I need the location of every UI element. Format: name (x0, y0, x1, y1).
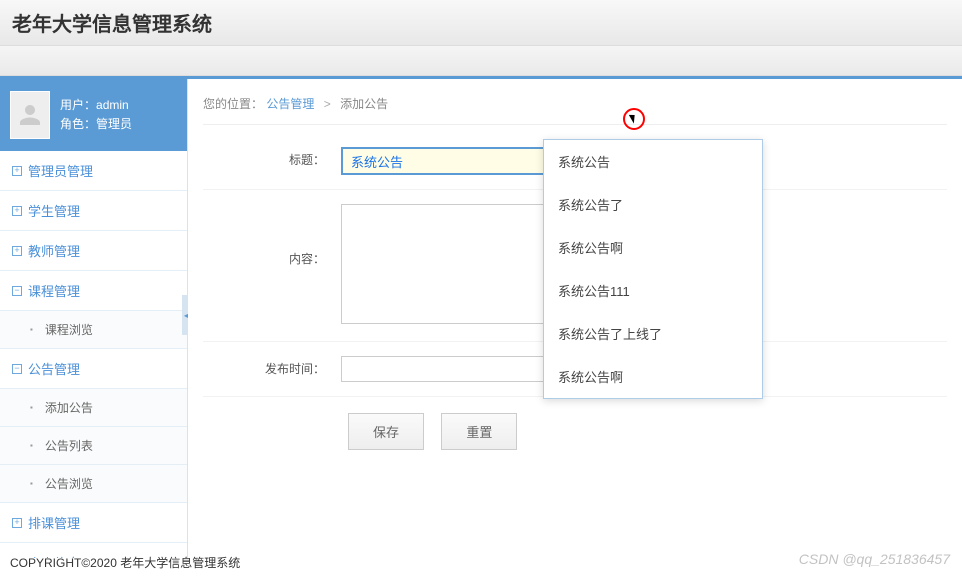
nav-label: 公告管理 (28, 359, 80, 378)
button-row: 保存 重置 (203, 397, 947, 466)
breadcrumb: 您的位置： 公告管理 > 添加公告 (203, 89, 947, 125)
breadcrumb-current: 添加公告 (340, 97, 388, 111)
role-value: 管理员 (96, 117, 132, 131)
app-title: 老年大学信息管理系统 (12, 8, 950, 37)
nav-label: 管理员管理 (28, 161, 93, 180)
user-value: admin (96, 98, 129, 112)
nav-sub-notice-browse[interactable]: 公告浏览 (0, 465, 187, 503)
nav-item-schedule[interactable]: + 排课管理 (0, 503, 187, 543)
time-label: 发布时间： (203, 342, 333, 397)
nav-label: 公告浏览 (45, 475, 93, 492)
nav-item-admin[interactable]: + 管理员管理 (0, 151, 187, 191)
plus-icon: + (12, 246, 22, 256)
breadcrumb-link[interactable]: 公告管理 (266, 97, 314, 111)
nav-sub-add-notice[interactable]: 添加公告 (0, 389, 187, 427)
role-label: 角色： (60, 117, 96, 131)
title-input[interactable] (341, 147, 561, 175)
nav-item-notice[interactable]: −公告管理 (0, 349, 187, 389)
nav-sub-course-browse[interactable]: 课程浏览 (0, 311, 187, 349)
user-label: 用户： (60, 98, 96, 112)
content-area: 您的位置： 公告管理 > 添加公告 标题： * 内容： * 发布时间 (188, 79, 962, 558)
time-input[interactable] (341, 356, 561, 382)
plus-icon: + (12, 166, 22, 176)
user-panel: 用户：admin 角色：管理员 (0, 79, 187, 151)
nav-label: 课程管理 (28, 281, 80, 300)
breadcrumb-prefix: 您的位置： (203, 97, 263, 111)
sidebar: 用户：admin 角色：管理员 +管理员管理 +学生管理 +教师管理 −课程管理… (0, 79, 188, 558)
copyright-text: COPYRIGHT©2020 老年大学信息管理系统 (10, 556, 240, 570)
save-button[interactable]: 保存 (348, 413, 424, 450)
nav-label: 添加公告 (45, 399, 93, 416)
dropdown-item[interactable]: 系统公告啊 (544, 355, 762, 398)
watermark: CSDN @qq_251836457 (799, 551, 950, 567)
avatar (10, 91, 50, 139)
title-label: 标题： (203, 133, 333, 190)
nav-label: 排课管理 (28, 513, 80, 532)
dropdown-item[interactable]: 系统公告了上线了 (544, 312, 762, 355)
breadcrumb-sep: > (324, 97, 331, 111)
nav: +管理员管理 +学生管理 +教师管理 −课程管理 课程浏览 −公告管理 添加公告… (0, 151, 187, 558)
dropdown-item[interactable]: 系统公告 (544, 140, 762, 183)
user-info: 用户：admin 角色：管理员 (60, 96, 132, 134)
autocomplete-dropdown: 系统公告 系统公告了 系统公告啊 系统公告111 系统公告了上线了 系统公告啊 (543, 139, 763, 399)
nav-sub-notice-list[interactable]: 公告列表 (0, 427, 187, 465)
nav-label: 教师管理 (28, 241, 80, 260)
plus-icon: + (12, 518, 22, 528)
nav-label: 学生管理 (28, 201, 80, 220)
plus-icon: + (12, 206, 22, 216)
nav-item-student[interactable]: + 学生管理 (0, 191, 187, 231)
dropdown-item[interactable]: 系统公告了 (544, 183, 762, 226)
header-bar: 老年大学信息管理系统 (0, 0, 962, 46)
dropdown-item[interactable]: 系统公告111 (544, 269, 762, 312)
nav-item-course[interactable]: −课程管理 (0, 271, 187, 311)
reset-button[interactable]: 重置 (441, 413, 517, 450)
toolbar-band (0, 46, 962, 76)
nav-item-teacher[interactable]: + 教师管理 (0, 231, 187, 271)
content-label: 内容： (203, 190, 333, 342)
nav-label: 课程浏览 (45, 321, 93, 338)
nav-label: 公告列表 (45, 437, 93, 454)
footer: COPYRIGHT©2020 老年大学信息管理系统 (0, 548, 250, 577)
dropdown-item[interactable]: 系统公告啊 (544, 226, 762, 269)
minus-icon: − (12, 364, 22, 374)
minus-icon: − (12, 286, 22, 296)
